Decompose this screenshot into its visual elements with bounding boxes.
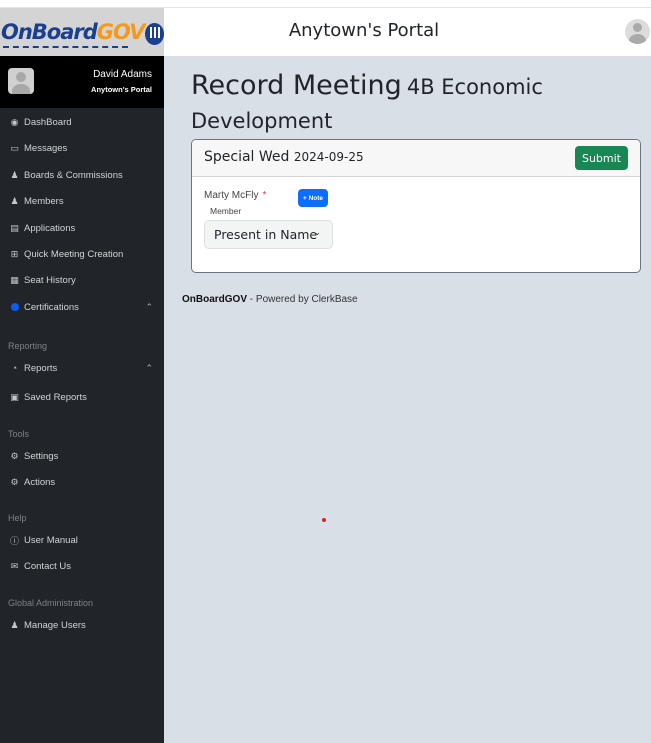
logo-part-onboard: OnBoard (1, 20, 98, 44)
sidebar-item-members[interactable]: ♟ Members (0, 190, 164, 212)
section-heading-reporting: Reporting (8, 341, 48, 351)
section-heading-help: Help (8, 513, 27, 523)
save-icon: ▣ (10, 391, 19, 402)
sidebar-item-label: Applications (24, 222, 76, 234)
attendance-status-value: Present in Name (214, 227, 318, 242)
sidebar-item-label: Settings (24, 450, 59, 462)
attendee-name-text: Marty McFly (204, 190, 259, 201)
logo-text: OnBoardGOV (1, 20, 146, 48)
meeting-name: Special Wed (204, 149, 290, 165)
sidebar-item-label: Seat History (24, 274, 76, 286)
avatar-head-icon (633, 23, 642, 32)
submit-button[interactable]: Submit (574, 146, 628, 170)
user-portal: Anytown's Portal (91, 85, 152, 94)
dashboard-icon: ◉ (10, 116, 19, 127)
section-heading-global-administration: Global Administration (8, 598, 94, 608)
page-title: Record Meeting 4B Economic Development (191, 69, 631, 139)
inbox-icon: ▭ (10, 142, 19, 153)
logo-part-gov: GOV (96, 20, 146, 44)
sidebar-item-seat-history[interactable]: ▦ Seat History (0, 269, 164, 291)
chevron-up-icon[interactable]: ⌃ (145, 302, 153, 313)
user-avatar-menu[interactable] (625, 19, 650, 44)
sidebar-item-label: Certifications (24, 301, 79, 313)
info-icon: ⓘ (9, 535, 19, 546)
blue-dot-icon (9, 302, 20, 313)
sidebar-item-dashboard[interactable]: ◉ DashBoard (0, 111, 164, 133)
browser-top-strip (0, 0, 651, 8)
gears-icon: ⚙ (10, 476, 19, 487)
user-name: David Adams (93, 69, 152, 80)
onboardgov-logo[interactable]: OnBoardGOV (0, 8, 164, 56)
sidebar-item-contact-us[interactable]: ✉ Contact Us (0, 555, 164, 577)
envelope-icon: ✉ (10, 560, 19, 571)
meeting-title: Special Wed 2024-09-25 (204, 149, 364, 165)
sidebar-item-applications[interactable]: ▤ Applications (0, 217, 164, 239)
sidebar-item-label: Actions (24, 476, 56, 488)
sidebar-item-actions[interactable]: ⚙ Actions (0, 471, 164, 493)
cursor-marker (322, 518, 326, 522)
page-title-main: Record Meeting (191, 70, 402, 101)
attendance-status-select[interactable]: Present in Name ⌄ (204, 220, 333, 249)
sidebar-item-certifications[interactable]: Certifications ⌃ (0, 296, 164, 318)
avatar-body-icon (629, 34, 646, 44)
attendee-name: Marty McFly * (204, 190, 266, 201)
sidebar-item-label: Contact Us (24, 560, 71, 572)
sidebar-item-label: Saved Reports (24, 391, 87, 403)
main-content: Record Meeting 4B Economic Development S… (164, 57, 651, 743)
sidebar-item-label: DashBoard (24, 116, 72, 128)
sidebar-item-label: Messages (24, 142, 68, 154)
add-note-button[interactable]: + Note (298, 189, 329, 207)
sidebar-item-user-manual[interactable]: ⓘ User Manual (0, 529, 164, 551)
footer: OnBoardGOV - Powered by ClerkBase (182, 294, 358, 305)
sidebar-item-label: Quick Meeting Creation (24, 248, 124, 260)
board-name: 4B Economic (406, 75, 543, 99)
footer-text: - Powered by ClerkBase (247, 294, 358, 305)
sidebar-item-label: Members (24, 195, 64, 207)
meeting-card: Special Wed 2024-09-25 Submit Marty McFl… (191, 139, 641, 273)
calendar-icon: ▦ (10, 274, 19, 285)
footer-brand: OnBoardGOV (182, 294, 248, 305)
sidebar: David Adams Anytown's Portal ◉ DashBoard… (0, 56, 164, 743)
sidebar-item-label: Reports (24, 362, 58, 374)
sidebar-item-reports[interactable]: ◔ Reports ⌃ (0, 357, 164, 379)
gear-icon: ⚙ (10, 450, 19, 461)
chevron-down-icon: ⌄ (313, 228, 321, 238)
logo-stripes (3, 46, 129, 49)
sidebar-item-quick-meeting-creation[interactable]: ⊞ Quick Meeting Creation (0, 243, 164, 265)
required-marker: * (262, 190, 267, 201)
user-avatar (8, 68, 34, 94)
sidebar-item-messages[interactable]: ▭ Messages (0, 137, 164, 159)
meeting-card-header: Special Wed 2024-09-25 Submit (192, 140, 640, 177)
sidebar-item-label: User Manual (24, 534, 78, 546)
sidebar-item-saved-reports[interactable]: ▣ Saved Reports (0, 386, 164, 408)
calendar-plus-icon: ⊞ (10, 248, 19, 259)
avatar-body-icon (12, 84, 30, 94)
sidebar-item-label: Boards & Commissions (24, 169, 123, 181)
avatar-head-icon (16, 72, 26, 82)
sidebar-item-boards-commissions[interactable]: ♟ Boards & Commissions (0, 164, 164, 186)
sidebar-item-settings[interactable]: ⚙ Settings (0, 445, 164, 467)
attendee-role: Member (210, 206, 242, 216)
sidebar-item-manage-users[interactable]: ♟ Manage Users (0, 614, 164, 636)
meeting-date: 2024-09-25 (293, 150, 364, 164)
board-name-continued: Development (191, 109, 333, 133)
id-card-icon: ▤ (10, 222, 19, 233)
user-icon: ♟ (10, 195, 19, 206)
users-icon: ♟ (10, 169, 19, 180)
globe-city-icon (145, 23, 164, 45)
sidebar-item-label: Manage Users (24, 619, 86, 631)
section-heading-tools: Tools (8, 429, 30, 439)
user-box: David Adams Anytown's Portal (0, 56, 164, 108)
portal-title: Anytown's Portal (288, 20, 440, 41)
pie-chart-icon: ◔ (11, 363, 18, 373)
chevron-up-icon[interactable]: ⌃ (145, 363, 153, 374)
user-icon: ♟ (10, 619, 19, 630)
